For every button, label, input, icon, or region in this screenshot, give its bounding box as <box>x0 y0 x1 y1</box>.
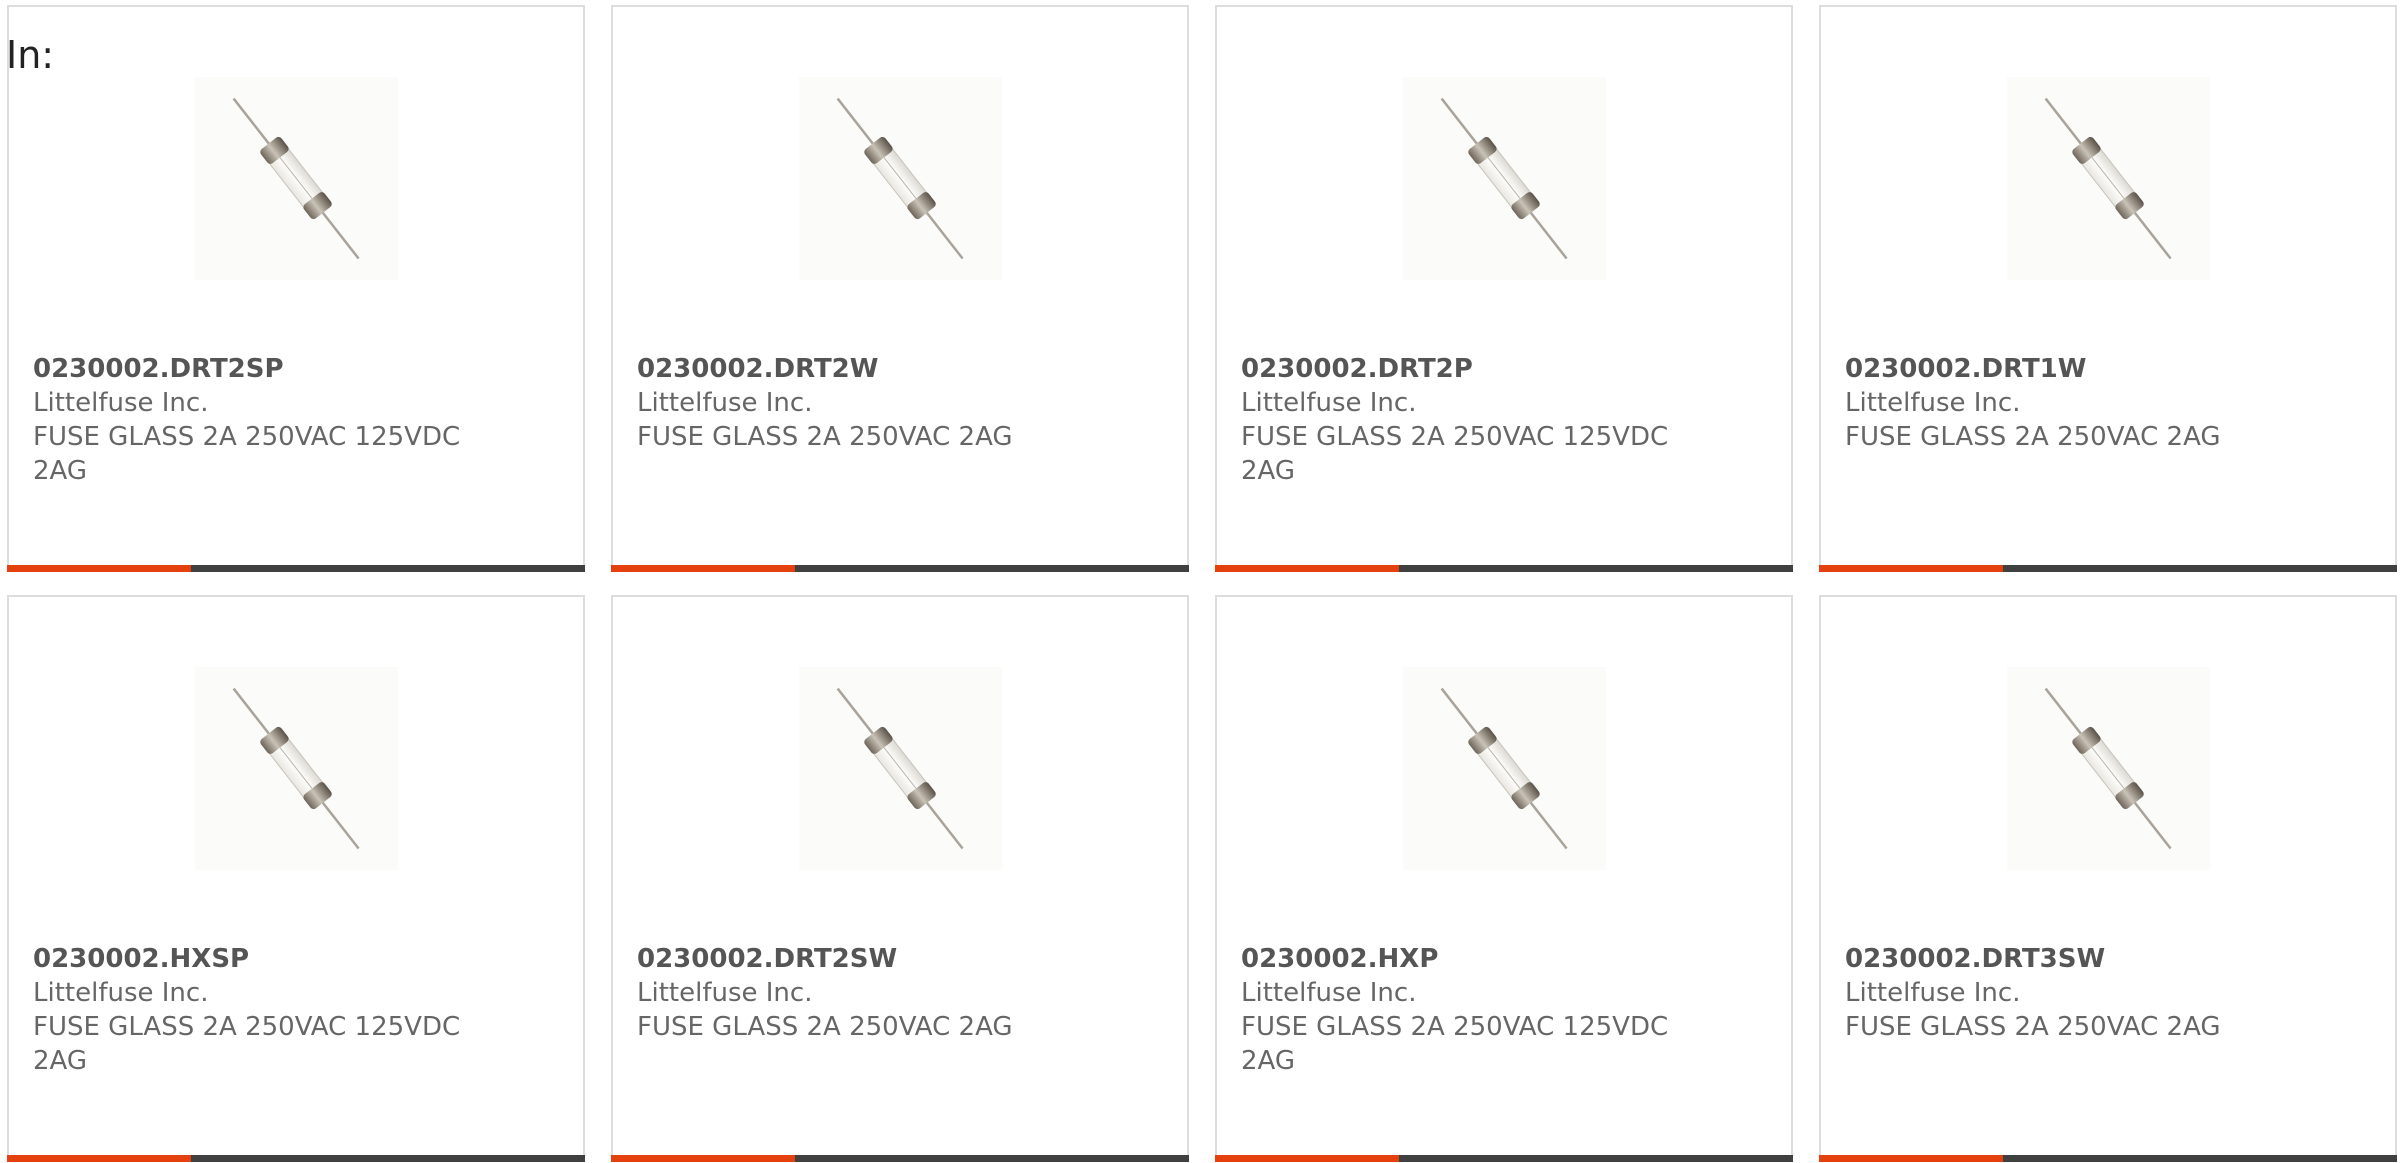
product-info: 0230002.DRT3SW Littelfuse Inc. FUSE GLAS… <box>1845 942 2295 1044</box>
part-number-link[interactable]: 0230002.DRT3SW <box>1845 942 2295 976</box>
card-bar-accent <box>7 1155 191 1162</box>
card-bar-accent <box>611 1155 795 1162</box>
product-description: FUSE GLASS 2A 250VAC 125VDC 2AG <box>33 422 461 486</box>
product-card[interactable]: 0230002.HXSP Littelfuse Inc. FUSE GLASS … <box>7 595 585 1162</box>
card-bar <box>7 1155 585 1162</box>
product-card[interactable]: 0230002.DRT2W Littelfuse Inc. FUSE GLASS… <box>611 5 1189 572</box>
glass-fuse-icon[interactable] <box>2007 667 2210 870</box>
glass-fuse-icon[interactable] <box>195 667 398 870</box>
part-number-link[interactable]: 0230002.HXSP <box>33 942 483 976</box>
in-label: In: <box>6 33 55 77</box>
product-info: 0230002.DRT2P Littelfuse Inc. FUSE GLASS… <box>1241 352 1691 488</box>
product-grid: 0230002.DRT2SP Littelfuse Inc. FUSE GLAS… <box>7 5 2400 1163</box>
manufacturer-name: Littelfuse Inc. <box>1845 388 2021 418</box>
product-description: FUSE GLASS 2A 250VAC 2AG <box>1845 1012 2221 1042</box>
card-bar <box>1215 1155 1793 1162</box>
card-bar <box>1819 1155 2397 1162</box>
manufacturer-name: Littelfuse Inc. <box>1241 388 1417 418</box>
part-number-link[interactable]: 0230002.DRT1W <box>1845 352 2295 386</box>
manufacturer-name: Littelfuse Inc. <box>33 388 209 418</box>
part-number-link[interactable]: 0230002.DRT2SW <box>637 942 1087 976</box>
product-card[interactable]: 0230002.DRT3SW Littelfuse Inc. FUSE GLAS… <box>1819 595 2397 1162</box>
card-bar <box>611 1155 1189 1162</box>
product-card[interactable]: 0230002.DRT2P Littelfuse Inc. FUSE GLASS… <box>1215 5 1793 572</box>
product-card[interactable]: 0230002.HXP Littelfuse Inc. FUSE GLASS 2… <box>1215 595 1793 1162</box>
card-bar-accent <box>1819 1155 2003 1162</box>
product-description: FUSE GLASS 2A 250VAC 125VDC 2AG <box>33 1012 461 1076</box>
product-description: FUSE GLASS 2A 250VAC 2AG <box>1845 422 2221 452</box>
manufacturer-name: Littelfuse Inc. <box>1241 978 1417 1008</box>
product-description: FUSE GLASS 2A 250VAC 125VDC 2AG <box>1241 422 1669 486</box>
glass-fuse-icon[interactable] <box>2007 77 2210 280</box>
part-number-link[interactable]: 0230002.DRT2W <box>637 352 1087 386</box>
card-bar <box>7 565 585 572</box>
product-info: 0230002.DRT2SP Littelfuse Inc. FUSE GLAS… <box>33 352 483 488</box>
manufacturer-name: Littelfuse Inc. <box>637 978 813 1008</box>
product-description: FUSE GLASS 2A 250VAC 2AG <box>637 1012 1013 1042</box>
manufacturer-name: Littelfuse Inc. <box>637 388 813 418</box>
product-info: 0230002.HXSP Littelfuse Inc. FUSE GLASS … <box>33 942 483 1078</box>
card-bar-accent <box>1819 565 2003 572</box>
card-bar <box>1819 565 2397 572</box>
product-info: 0230002.DRT1W Littelfuse Inc. FUSE GLASS… <box>1845 352 2295 454</box>
part-number-link[interactable]: 0230002.HXP <box>1241 942 1691 976</box>
product-card[interactable]: 0230002.DRT2SW Littelfuse Inc. FUSE GLAS… <box>611 595 1189 1162</box>
product-card[interactable]: 0230002.DRT1W Littelfuse Inc. FUSE GLASS… <box>1819 5 2397 572</box>
glass-fuse-icon[interactable] <box>799 667 1002 870</box>
glass-fuse-icon[interactable] <box>799 77 1002 280</box>
card-bar <box>1215 565 1793 572</box>
part-number-link[interactable]: 0230002.DRT2SP <box>33 352 483 386</box>
card-bar-accent <box>611 565 795 572</box>
glass-fuse-icon[interactable] <box>1403 667 1606 870</box>
glass-fuse-icon[interactable] <box>195 77 398 280</box>
card-bar-accent <box>7 565 191 572</box>
product-description: FUSE GLASS 2A 250VAC 125VDC 2AG <box>1241 1012 1669 1076</box>
glass-fuse-icon[interactable] <box>1403 77 1606 280</box>
product-description: FUSE GLASS 2A 250VAC 2AG <box>637 422 1013 452</box>
manufacturer-name: Littelfuse Inc. <box>33 978 209 1008</box>
manufacturer-name: Littelfuse Inc. <box>1845 978 2021 1008</box>
product-info: 0230002.HXP Littelfuse Inc. FUSE GLASS 2… <box>1241 942 1691 1078</box>
product-info: 0230002.DRT2SW Littelfuse Inc. FUSE GLAS… <box>637 942 1087 1044</box>
card-bar-accent <box>1215 565 1399 572</box>
product-info: 0230002.DRT2W Littelfuse Inc. FUSE GLASS… <box>637 352 1087 454</box>
product-card[interactable]: 0230002.DRT2SP Littelfuse Inc. FUSE GLAS… <box>7 5 585 572</box>
card-bar <box>611 565 1189 572</box>
part-number-link[interactable]: 0230002.DRT2P <box>1241 352 1691 386</box>
card-bar-accent <box>1215 1155 1399 1162</box>
